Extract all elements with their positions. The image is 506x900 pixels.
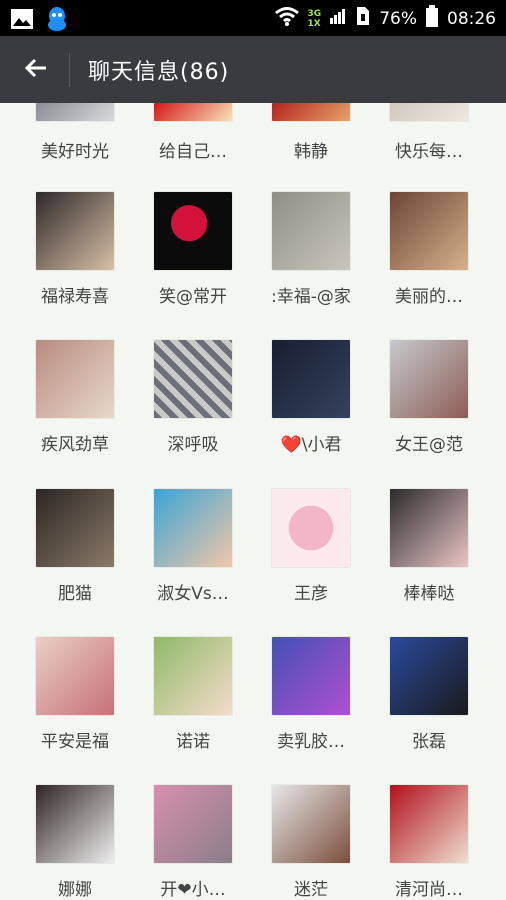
- contact-name: 棒棒哒: [403, 584, 455, 604]
- header-divider: [69, 53, 70, 87]
- sim-icon: [355, 6, 371, 31]
- contact-name: 女王@范: [395, 435, 463, 455]
- contact-item[interactable]: 深呼吸: [138, 340, 248, 455]
- avatar: [390, 637, 468, 715]
- contact-item[interactable]: 王彦: [256, 489, 366, 604]
- contact-name: 疾风劲草: [41, 435, 109, 455]
- avatar: [272, 103, 350, 121]
- network-type: 3G 1X: [308, 9, 322, 29]
- avatar: [36, 340, 114, 418]
- avatar: [36, 489, 114, 567]
- status-left: [10, 6, 68, 36]
- contact-item[interactable]: 平安是福: [20, 637, 130, 752]
- qq-icon: [46, 6, 68, 36]
- contact-item[interactable]: 诺诺: [138, 637, 248, 752]
- avatar: [154, 637, 232, 715]
- contact-item[interactable]: 快乐每…: [374, 103, 484, 162]
- clock: 08:26: [447, 8, 496, 29]
- contact-item[interactable]: 女王@范: [374, 340, 484, 455]
- gallery-icon: [10, 8, 34, 34]
- avatar: [390, 192, 468, 270]
- contact-item[interactable]: 韩静: [256, 103, 366, 162]
- contact-item[interactable]: 美好时光: [20, 103, 130, 162]
- contacts-grid: 美好时光 给自己… 韩静 快乐每… 福禄寿喜 笑@常开 :幸福-@家 美丽的… …: [0, 103, 506, 900]
- arrow-left-icon: [23, 55, 49, 85]
- avatar: [154, 489, 232, 567]
- app-header: 聊天信息(86): [0, 36, 506, 103]
- avatar: [272, 785, 350, 863]
- contact-name: 韩静: [294, 142, 328, 162]
- avatar: [36, 637, 114, 715]
- contact-item[interactable]: 卖乳胶…: [256, 637, 366, 752]
- signal-icon: [329, 8, 347, 29]
- battery-icon: [425, 5, 439, 32]
- contact-item[interactable]: 给自己…: [138, 103, 248, 162]
- contact-item[interactable]: 笑@常开: [138, 192, 248, 307]
- contact-name: 诺诺: [176, 732, 210, 752]
- page-title: 聊天信息(86): [88, 60, 230, 85]
- contact-name: ❤️\小君: [280, 435, 342, 455]
- contact-item[interactable]: :幸福-@家: [256, 192, 366, 307]
- network-3g-label: 3G: [307, 8, 322, 19]
- contact-item[interactable]: 棒棒哒: [374, 489, 484, 604]
- avatar: [272, 340, 350, 418]
- avatar: [154, 192, 232, 270]
- avatar: [272, 637, 350, 715]
- contact-item[interactable]: ❤️\小君: [256, 340, 366, 455]
- avatar: [390, 489, 468, 567]
- contact-name: 福禄寿喜: [41, 287, 109, 307]
- avatar: [390, 340, 468, 418]
- battery-percentage: 76%: [379, 8, 417, 29]
- contact-item[interactable]: 疾风劲草: [20, 340, 130, 455]
- contact-name: :幸福-@家: [271, 287, 351, 307]
- contact-item[interactable]: 娜娜: [20, 785, 130, 900]
- contact-item[interactable]: 迷茫: [256, 785, 366, 900]
- contact-name: 美好时光: [41, 142, 109, 162]
- contact-name: 深呼吸: [167, 435, 219, 455]
- contact-name: 快乐每…: [395, 142, 463, 162]
- contact-name: 开❤小…: [160, 880, 226, 900]
- contact-item[interactable]: 美丽的…: [374, 192, 484, 307]
- contact-item[interactable]: 清河尚…: [374, 785, 484, 900]
- contact-name: 美丽的…: [395, 287, 463, 307]
- back-button[interactable]: [20, 54, 52, 86]
- status-bar: 3G 1X 76% 08:26: [0, 0, 506, 36]
- avatar: [36, 785, 114, 863]
- contact-name: 王彦: [294, 584, 328, 604]
- contact-name: 清河尚…: [395, 880, 463, 900]
- contact-item[interactable]: 开❤小…: [138, 785, 248, 900]
- contact-name: 淑女Vs…: [157, 584, 229, 604]
- avatar: [154, 785, 232, 863]
- contact-name: 平安是福: [41, 732, 109, 752]
- avatar: [390, 103, 468, 121]
- contact-name: 笑@常开: [159, 287, 227, 307]
- network-1x-label: 1X: [307, 18, 321, 29]
- contact-item[interactable]: 肥猫: [20, 489, 130, 604]
- wifi-icon: [274, 6, 300, 31]
- contact-name: 迷茫: [294, 880, 328, 900]
- avatar: [154, 103, 232, 121]
- avatar: [272, 489, 350, 567]
- contact-name: 卖乳胶…: [277, 732, 345, 752]
- contact-name: 娜娜: [58, 880, 92, 900]
- contact-item[interactable]: 淑女Vs…: [138, 489, 248, 604]
- status-right: 3G 1X 76% 08:26: [274, 5, 496, 32]
- avatar: [272, 192, 350, 270]
- avatar: [154, 340, 232, 418]
- contact-item[interactable]: 福禄寿喜: [20, 192, 130, 307]
- contact-item[interactable]: 张磊: [374, 637, 484, 752]
- contact-name: 肥猫: [58, 584, 92, 604]
- contact-name: 张磊: [412, 732, 446, 752]
- contact-name: 给自己…: [159, 142, 227, 162]
- avatar: [36, 103, 114, 121]
- avatar: [36, 192, 114, 270]
- avatar: [390, 785, 468, 863]
